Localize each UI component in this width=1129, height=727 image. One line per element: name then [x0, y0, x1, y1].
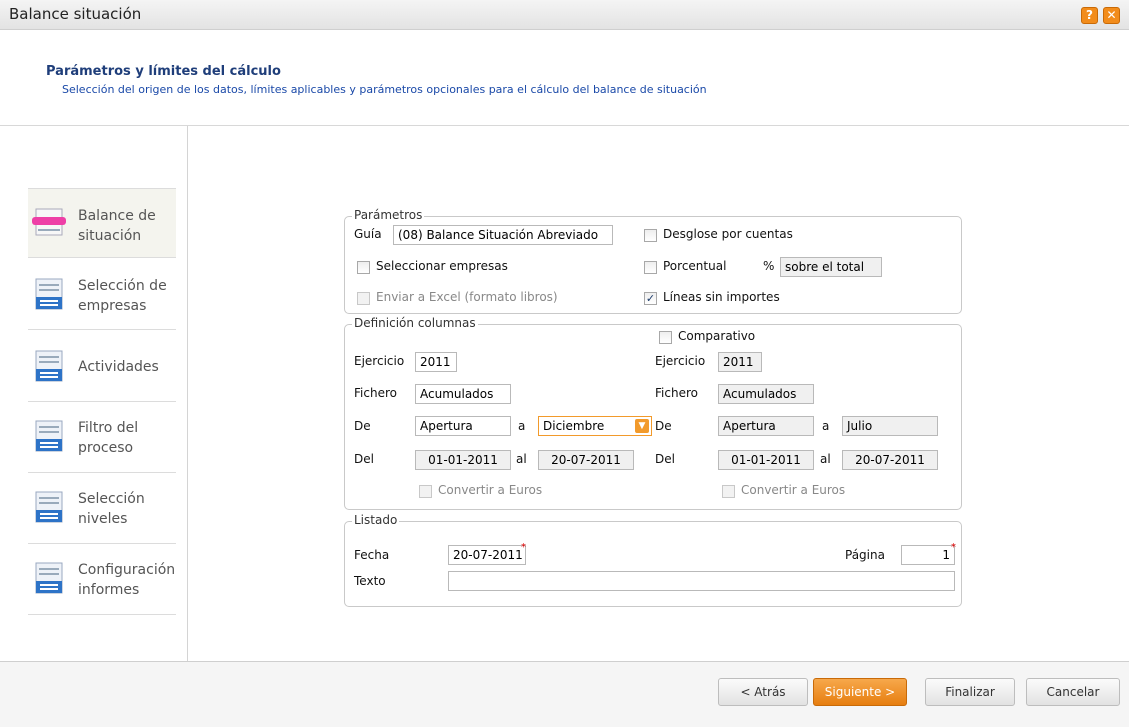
comp-de-input[interactable]: Apertura	[718, 416, 814, 436]
desglose-checkbox[interactable]	[644, 229, 657, 242]
porcentual-checkbox[interactable]	[644, 261, 657, 274]
hasta-mes-dropdown[interactable]: Diciembre ▼	[538, 416, 652, 436]
title-bar: Balance situación ? ✕	[0, 0, 1129, 30]
comp-ejercicio-input[interactable]: 2011	[718, 352, 762, 372]
lineas-sin-importes-checkbox[interactable]: ✓	[644, 292, 657, 305]
comparativo-label: Comparativo	[678, 329, 756, 343]
comp-del-label: Del	[655, 452, 675, 466]
page-subtitle: Selección del origen de los datos, límit…	[62, 83, 707, 96]
convertir-euros-label: Convertir a Euros	[438, 483, 543, 497]
fichero-input[interactable]: Acumulados	[415, 384, 511, 404]
comparativo-checkbox[interactable]	[659, 331, 672, 344]
list-icon	[35, 491, 63, 523]
sidebar-item-actividades[interactable]: Actividades	[28, 331, 176, 402]
fecha-input[interactable]: 20-07-2011	[448, 545, 526, 565]
sidebar-item-label: Actividades	[78, 359, 159, 375]
guia-input[interactable]: (08) Balance Situación Abreviado	[393, 225, 613, 245]
back-button[interactable]: < Atrás	[718, 678, 808, 706]
sidebar-item-configuracion[interactable]: Configuración informes	[28, 545, 176, 615]
parametros-legend: Parámetros	[352, 208, 425, 222]
percent-sign: %	[763, 259, 775, 273]
list-icon	[35, 350, 63, 382]
comp-ejercicio-label: Ejercicio	[655, 354, 706, 368]
texto-input[interactable]	[448, 571, 955, 591]
ejercicio-input[interactable]: 2011	[415, 352, 457, 372]
comp-fichero-label: Fichero	[655, 386, 698, 400]
sidebar-item-label: Selección	[78, 491, 145, 507]
seleccionar-empresas-label: Seleccionar empresas	[376, 259, 508, 273]
seleccionar-empresas-checkbox[interactable]	[357, 261, 370, 274]
finish-button[interactable]: Finalizar	[925, 678, 1015, 706]
listado-legend: Listado	[352, 513, 400, 527]
comp-a-label: a	[822, 419, 830, 433]
del-label: Del	[354, 452, 374, 466]
hasta-mes-value: Diciembre	[543, 419, 605, 433]
list-icon	[35, 562, 63, 594]
sobre-el-total-field[interactable]: sobre el total	[780, 257, 882, 277]
sidebar-item-label: niveles	[78, 511, 128, 527]
ejercicio-label: Ejercicio	[354, 354, 405, 368]
sidebar-item-label: informes	[78, 582, 140, 598]
fecha-label: Fecha	[354, 548, 390, 562]
required-marker: *	[521, 542, 526, 553]
sidebar-item-label: Configuración	[78, 562, 176, 578]
sidebar-item-label: Filtro del	[78, 420, 139, 436]
next-button[interactable]: Siguiente >	[813, 678, 907, 706]
lineas-sin-importes-label: Líneas sin importes	[663, 290, 780, 304]
sidebar-item-label: Balance de	[78, 208, 156, 224]
enviar-excel-checkbox[interactable]	[357, 292, 370, 305]
convertir-euros-checkbox[interactable]	[419, 485, 432, 498]
sidebar-item-empresas[interactable]: Selección de empresas	[28, 259, 176, 330]
comp-fichero-input[interactable]: Acumulados	[718, 384, 814, 404]
sidebar-item-niveles[interactable]: Selección niveles	[28, 474, 176, 544]
desglose-label: Desglose por cuentas	[663, 227, 793, 241]
pagina-label: Página	[845, 548, 885, 562]
required-marker: *	[951, 542, 956, 553]
columnas-legend: Definición columnas	[352, 316, 478, 330]
del-fecha-field[interactable]: 01-01-2011	[415, 450, 511, 470]
pagina-input[interactable]: 1	[901, 545, 955, 565]
sidebar-item-label: empresas	[78, 298, 147, 314]
list-icon	[35, 278, 63, 310]
page-title: Parámetros y límites del cálculo	[46, 64, 281, 79]
comp-al-fecha-field[interactable]: 20-07-2011	[842, 450, 938, 470]
texto-label: Texto	[354, 574, 386, 588]
a-label: a	[518, 419, 526, 433]
sidebar-item-label: Selección de	[78, 278, 167, 294]
close-button[interactable]: ✕	[1103, 7, 1120, 24]
comp-al-label: al	[820, 452, 831, 466]
list-icon	[35, 420, 63, 452]
comp-del-fecha-field[interactable]: 01-01-2011	[718, 450, 814, 470]
al-label: al	[516, 452, 527, 466]
cancel-button[interactable]: Cancelar	[1026, 678, 1120, 706]
window-title: Balance situación	[9, 5, 142, 23]
comp-hasta-mes-field[interactable]: Julio	[842, 416, 938, 436]
sidebar-item-filtro[interactable]: Filtro del proceso	[28, 403, 176, 473]
enviar-excel-label: Enviar a Excel (formato libros)	[376, 290, 558, 304]
listado-group	[344, 521, 962, 607]
comp-convertir-euros-label: Convertir a Euros	[741, 483, 846, 497]
al-fecha-field[interactable]: 20-07-2011	[538, 450, 634, 470]
sidebar-item-label: proceso	[78, 440, 134, 456]
de-label: De	[354, 419, 371, 433]
chevron-down-icon[interactable]: ▼	[635, 419, 649, 433]
sidebar-item-label: situación	[78, 228, 142, 244]
comp-convertir-euros-checkbox[interactable]	[722, 485, 735, 498]
porcentual-label: Porcentual	[663, 259, 727, 273]
balance-icon	[32, 208, 66, 236]
help-button[interactable]: ?	[1081, 7, 1098, 24]
fichero-label: Fichero	[354, 386, 397, 400]
guia-label: Guía	[354, 227, 382, 241]
de-input[interactable]: Apertura	[415, 416, 511, 436]
comp-de-label: De	[655, 419, 672, 433]
sidebar-item-balance[interactable]: Balance de situación	[28, 188, 176, 258]
